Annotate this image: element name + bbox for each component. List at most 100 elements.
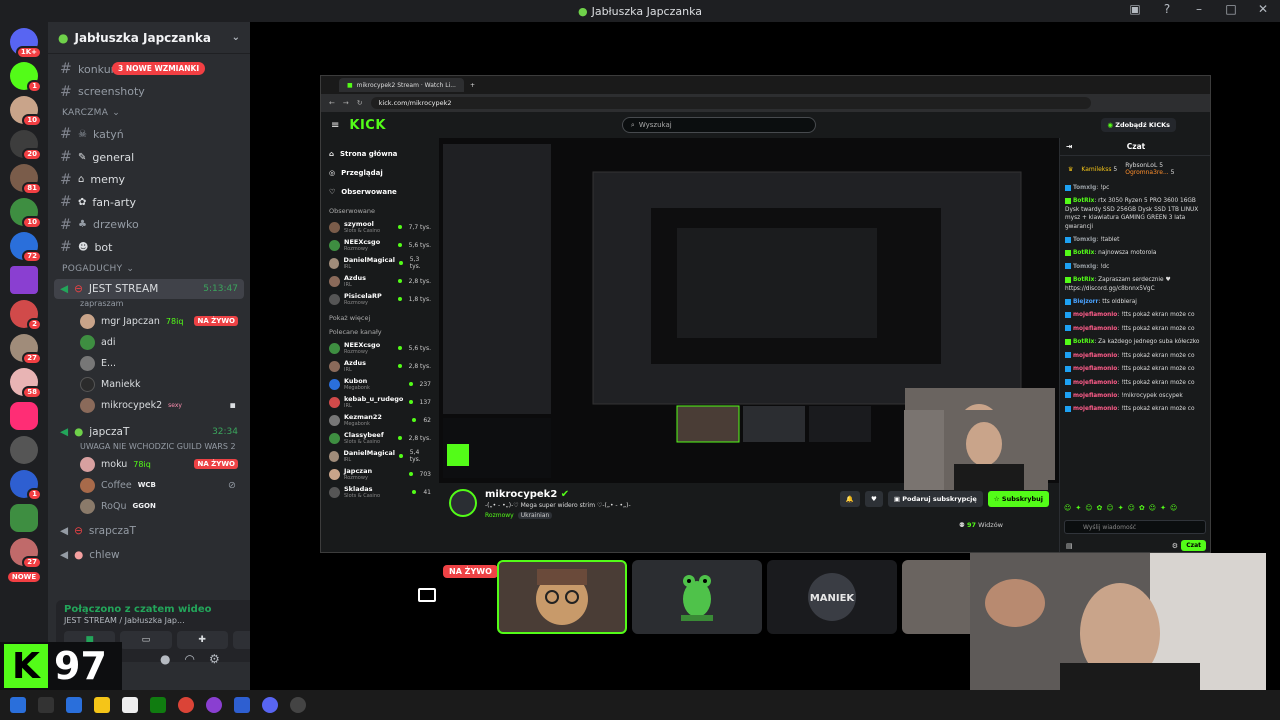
voice-member[interactable]: moku 78iq NA ŻYWO [54,454,244,475]
chat-username[interactable]: mojeflamonio [1073,312,1117,318]
nav-browse[interactable]: ◎ Przeglądaj [329,163,431,182]
chat-username[interactable]: mojeflamonio [1073,393,1117,399]
chat-username[interactable]: mojeflamonio [1073,380,1117,386]
settings-icon[interactable]: ⚙ [1172,542,1178,550]
followed-channel[interactable]: szymool Slots & Casino 7,7 tys. [329,218,431,236]
app-icon[interactable] [66,697,82,713]
inbox-icon[interactable]: ▣ [1126,2,1144,16]
subscribe-button[interactable]: ☆ Subskrybuj [987,491,1049,507]
participant-tile[interactable] [902,560,972,634]
notifications-button[interactable]: 🔔 [839,491,861,507]
followed-channel[interactable]: PisicelaRP Rozmowy 1,8 tys. [329,290,431,308]
collapse-chat-icon[interactable]: ⇥ [1066,142,1072,151]
app-icon[interactable] [234,697,250,713]
server-icon[interactable]: 27 [10,538,42,569]
chat-username[interactable]: mojeflamonio [1073,353,1117,359]
server-icon[interactable]: 72 [10,232,42,263]
channel-katyn[interactable]: # ☠ katyń [54,123,244,146]
channel-general[interactable]: # ✎ general [54,146,244,169]
app-icon[interactable] [122,697,138,713]
chat-username[interactable]: BotRix [1073,339,1094,345]
direct-messages-icon[interactable]: 1K+ [10,28,42,59]
category-karczma[interactable]: KARCZMA ⌄ [54,103,244,123]
server-icon[interactable]: 58 [10,368,42,399]
discord-icon[interactable] [262,697,278,713]
recommended-channel[interactable]: Kubon Megabonk 237 [329,375,431,393]
server-icon[interactable]: 10 [10,96,42,127]
recommended-channel[interactable]: Kezman22 Megabonk 62 [329,411,431,429]
get-kicks-button[interactable]: ◉ Zdobądź KICKs [1101,118,1176,132]
chat-username[interactable]: BotRix [1073,277,1094,283]
voice-member[interactable]: mikrocypek2 sexy ▪ [54,395,244,416]
voice-channel-srapczat[interactable]: ◀ ⊖ srapczaT [54,521,244,541]
server-icon[interactable] [10,266,38,294]
xbox-icon[interactable] [150,697,166,713]
nav-home[interactable]: ⌂ Strona główna [329,144,431,163]
recommended-channel[interactable]: Skladas Slots & Casino 41 [329,483,431,501]
minimize-button[interactable]: – [1190,2,1208,16]
leader-name[interactable]: RybsonLoL [1125,162,1157,169]
reload-icon[interactable]: ↻ [357,99,363,107]
menu-icon[interactable]: ≡ [331,120,339,131]
voice-channel-japczat[interactable]: ◀ ● japczaT 32:34 [54,422,244,442]
kick-search-input[interactable]: ⌕ Wyszukaj [621,117,816,133]
chat-username[interactable]: Biejzorr [1073,299,1098,305]
recommended-channel[interactable]: Japczan Rozmowy 703 [329,465,431,483]
voice-member[interactable]: mgr Japczan 78iq NA ŻYWO [54,311,244,332]
chat-username[interactable]: TomxIg [1073,185,1096,191]
screen-share-button[interactable]: ▭ [120,631,172,649]
back-icon[interactable]: ← [329,99,335,107]
screen-share-icon[interactable] [418,588,436,602]
app-icon[interactable] [206,697,222,713]
recommended-channel[interactable]: Azdus IRL 2,8 tys. [329,357,431,375]
participant-tile[interactable] [632,560,762,634]
recommended-channel[interactable]: DanielMagical IRL 5,4 tys. [329,447,431,465]
headphones-icon[interactable]: ◠ [184,652,194,666]
recommended-channel[interactable]: kebab_u_rudego IRL 137 [329,393,431,411]
channel-drzewko[interactable]: # ♣ drzewko [54,214,244,237]
follow-heart-button[interactable]: ♥ [865,491,883,507]
guild-header[interactable]: ● Jabłuszka Japczanka ⌄ [48,22,250,54]
recommended-channel[interactable]: NEEXcsgo Rozmowy 5,6 tys. [329,339,431,357]
gift-sub-button[interactable]: ▣ Podaruj subskrypcję [887,491,983,507]
nav-following[interactable]: ♡ Obserwowane [329,182,431,201]
kick-logo[interactable]: KICK [349,118,386,133]
server-icon[interactable]: 1 [10,470,42,501]
close-button[interactable]: ✕ [1254,2,1272,16]
address-bar[interactable]: kick.com/mikrocypek2 [370,97,1091,109]
channel-bot[interactable]: # ☻ bot [54,236,244,259]
channel-fan-arty[interactable]: # ✿ fan-arty [54,191,244,214]
followed-channel[interactable]: NEEXcsgo Rozmowy 5,6 tys. [329,236,431,254]
activities-button[interactable]: ✚ [176,631,228,649]
followed-channel[interactable]: Azdus IRL 2,8 tys. [329,272,431,290]
browser-tab[interactable]: ■ mikrocypek2 Stream · Watch Li... [339,78,464,92]
chat-username[interactable]: TomxIg [1073,264,1096,270]
chat-username[interactable]: mojeflamonio [1073,406,1117,412]
search-icon[interactable] [38,697,54,713]
channel-memy[interactable]: # ⌂ memy [54,168,244,191]
category-pogaduchy[interactable]: POGADUCHY ⌄ [54,259,244,279]
server-icon[interactable]: 1 [10,62,42,93]
obs-icon[interactable] [290,697,306,713]
leaf-icon[interactable] [10,504,38,532]
help-icon[interactable]: ? [1158,2,1176,16]
voice-member[interactable]: RoQu GGON [54,496,244,517]
stream-tag[interactable]: Ukrainian [517,512,553,519]
chat-username[interactable]: BotRix [1073,198,1094,204]
server-icon[interactable] [10,436,38,464]
settings-icon[interactable]: ⚙ [209,652,220,666]
voice-member[interactable]: Coffee WCB ⊘ [54,475,244,496]
show-more-link[interactable]: Pokaż więcej [329,314,431,322]
voice-member[interactable]: Maniekk [54,374,244,395]
channel-screenshoty[interactable]: # screenshoty [54,81,244,104]
new-servers-badge[interactable]: NOWE [7,572,41,582]
chat-username[interactable]: BotRix [1073,250,1094,256]
folder-icon[interactable] [94,697,110,713]
chrome-icon[interactable] [178,697,194,713]
chat-message-input[interactable]: Wyślij wiadomość [1064,520,1206,534]
new-mentions-pill[interactable]: 3 NOWE WZMIANKI [112,62,206,75]
mic-icon[interactable]: ● [160,652,170,666]
chat-rules-icon[interactable]: ▤ [1066,542,1073,550]
participant-tile[interactable] [497,560,627,634]
chat-username[interactable]: TomxIg [1073,237,1096,243]
